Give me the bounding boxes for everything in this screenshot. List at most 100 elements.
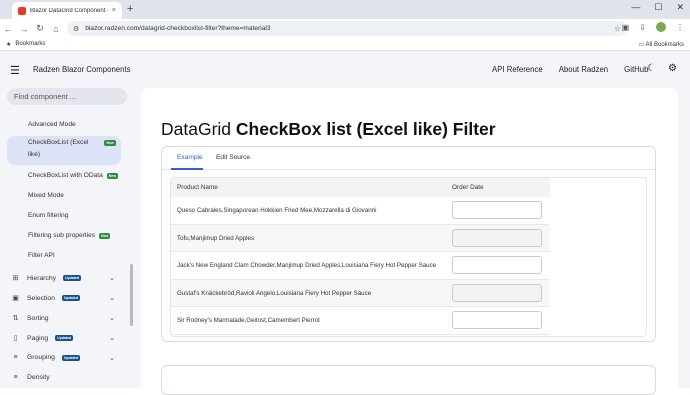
sidebar-item-label: CheckBoxList (Excel xyxy=(28,139,89,146)
sidebar-group-label: Grouping xyxy=(27,354,55,361)
search-input[interactable]: Find component ... xyxy=(7,88,127,105)
density-icon: ≡ xyxy=(13,374,18,381)
settings-gear-icon[interactable]: ⚙ xyxy=(668,63,677,74)
tab-example[interactable]: Example xyxy=(177,154,203,161)
column-header-product-name[interactable]: Product Name xyxy=(177,184,218,191)
product-name-cell: Tofu,Manjimup Dried Apples xyxy=(177,234,255,242)
menu-icon[interactable]: ⋮ xyxy=(676,23,684,32)
sidebar-item-label: CheckBoxList with OData xyxy=(28,172,103,179)
extensions-icon[interactable]: ▣ xyxy=(622,23,630,32)
download-icon[interactable]: ⇩ xyxy=(639,23,646,32)
order-date-input[interactable] xyxy=(452,311,542,329)
app-root: ☰ Radzen Blazor Components API Reference… xyxy=(0,51,690,395)
chevron-down-icon: ⌄ xyxy=(109,275,115,282)
folder-icon: ▭ xyxy=(638,41,646,48)
nav-github[interactable]: GitHub xyxy=(624,65,648,74)
table-row[interactable]: Gustaf's Knäckebröd,Ravioli Angelo,Louis… xyxy=(171,279,550,307)
all-bookmarks-label: All Bookmarks xyxy=(645,41,684,48)
sidebar-scrollbar[interactable] xyxy=(130,264,133,326)
paging-icon: ▯ xyxy=(13,335,18,342)
app-header: ☰ Radzen Blazor Components API Reference… xyxy=(0,51,690,88)
column-header-order-date[interactable]: Order Date xyxy=(452,184,484,191)
sidebar-item-enum-filtering[interactable]: Enum filtering xyxy=(28,212,68,219)
bookmark-star-icon[interactable]: ☆ xyxy=(614,24,621,33)
sidebar-item-label: Enum filtering xyxy=(28,212,69,219)
header-nav: API Reference About Radzen GitHub xyxy=(492,65,648,74)
sort-icon: ⇅ xyxy=(12,315,19,322)
order-date-input[interactable] xyxy=(452,256,542,274)
updated-badge: Updated xyxy=(63,275,82,281)
new-tab-icon[interactable]: + xyxy=(127,3,133,15)
toolbar-right: ▣ ⇩ ⋮ xyxy=(622,22,684,32)
dark-mode-icon[interactable]: ☾ xyxy=(647,63,656,74)
updated-badge: Updated xyxy=(61,354,80,361)
order-date-input[interactable] xyxy=(452,228,542,247)
bookmarks-bar: ★ Bookmarks ▭ All Bookmarks xyxy=(0,38,690,51)
sidebar-item-label: like) xyxy=(28,151,41,158)
table-row[interactable]: Queso Cabrales,Singaporean Hokkien Fried… xyxy=(171,197,550,225)
example-card: Example Edit Source Product Name Order D… xyxy=(161,146,656,342)
close-tab-icon[interactable]: × xyxy=(112,7,116,14)
url-text: blazor.radzen.com/datagrid-checkboxlist-… xyxy=(85,25,271,32)
sidebar-group-label: Paging xyxy=(27,334,49,342)
product-name-cell: Jack's New England Clam Chowder,Manjimup… xyxy=(177,262,437,269)
reload-icon[interactable]: ↻ xyxy=(32,23,48,34)
sidebar-group-selection[interactable]: ▣ Selection Updated ⌄ xyxy=(11,294,115,303)
sidebar-group-label: Hierarchy xyxy=(27,274,57,282)
product-name-cell: Sir Rodney's Marmalade,Geitost,Camembert… xyxy=(177,317,320,324)
sidebar-group-sorting[interactable]: ⇅ Sorting ⌄ xyxy=(11,314,115,323)
sidebar-group-label: Density xyxy=(27,374,50,381)
grouping-icon: ≡ xyxy=(13,354,18,361)
table-row[interactable]: Jack's New England Clam Chowder,Manjimup… xyxy=(171,252,550,280)
selection-icon: ▣ xyxy=(12,295,19,302)
home-icon[interactable]: ⌂ xyxy=(48,24,64,34)
sidebar-group-label: Selection xyxy=(27,294,55,302)
sidebar-group-paging[interactable]: ▯ Paging Updated ⌄ xyxy=(11,334,115,343)
nav-api-reference[interactable]: API Reference xyxy=(492,65,543,74)
table-row[interactable]: Tofu,Manjimup Dried Apples xyxy=(171,224,550,252)
close-window-icon[interactable]: ✕ xyxy=(676,2,684,13)
sidebar-item-label: Filter API xyxy=(28,252,55,259)
header-icons: ☾ ⚙ xyxy=(647,63,677,74)
browser-tab[interactable]: Blazor DataGrid Component - I × xyxy=(12,2,122,19)
table-row[interactable]: Sir Rodney's Marmalade,Geitost,Camembert… xyxy=(171,307,550,335)
tab-title: Blazor DataGrid Component - I xyxy=(30,7,108,14)
page-title-light: DataGrid xyxy=(161,119,236,139)
chevron-down-icon: ⌄ xyxy=(109,335,115,342)
sidebar-item-checkboxlist[interactable]: CheckBoxList (Excel New xyxy=(28,139,116,146)
back-icon[interactable]: ← xyxy=(0,24,16,34)
new-badge: New xyxy=(106,172,118,179)
tab-edit-source[interactable]: Edit Source xyxy=(216,154,250,161)
nav-about-radzen[interactable]: About Radzen xyxy=(559,65,608,74)
sidebar-group-grouping[interactable]: ≡ Grouping Updated ⌄ xyxy=(11,354,115,362)
minimize-icon[interactable]: — xyxy=(631,2,640,13)
sidebar-item-label: Mixed Mode xyxy=(28,192,64,199)
sidebar-item-label: Advanced Mode xyxy=(28,121,76,128)
site-info-icon[interactable]: ⚙ xyxy=(73,25,79,33)
sidebar-group-hierarchy[interactable]: ⊞ Hierarchy Updated ⌄ xyxy=(11,274,115,283)
forward-icon[interactable]: → xyxy=(16,24,32,34)
chevron-down-icon: ⌄ xyxy=(109,295,115,302)
all-bookmarks-link[interactable]: ▭ All Bookmarks xyxy=(639,41,684,48)
new-badge: New xyxy=(104,139,116,146)
sidebar-item-filter-api[interactable]: Filter API xyxy=(28,252,55,259)
order-date-input[interactable] xyxy=(452,201,542,219)
sidebar-item-advanced-mode[interactable]: Advanced Mode xyxy=(28,121,76,128)
page-title-bold: CheckBox list (Excel like) Filter xyxy=(235,119,496,139)
sidebar-group-density[interactable]: ≡ Density xyxy=(11,374,115,381)
active-tab-indicator xyxy=(171,168,203,170)
sidebar: Find component ... Advanced Mode CheckBo… xyxy=(0,88,136,388)
maximize-icon[interactable]: ☐ xyxy=(654,2,662,13)
bookmarks-label[interactable]: Bookmarks xyxy=(15,41,45,47)
profile-avatar[interactable] xyxy=(656,22,666,32)
new-badge: New xyxy=(99,232,111,239)
sidebar-item-checkboxlist-odata[interactable]: CheckBoxList with OData New xyxy=(28,172,118,179)
sidebar-item-label: Filtering sub properties xyxy=(28,232,96,239)
sidebar-item-mixed-mode[interactable]: Mixed Mode xyxy=(28,192,64,199)
chevron-down-icon: ⌄ xyxy=(109,315,115,322)
order-date-input[interactable] xyxy=(452,283,542,302)
hamburger-menu-icon[interactable]: ☰ xyxy=(10,64,20,77)
sidebar-item-filtering-sub-properties[interactable]: Filtering sub properties New xyxy=(28,232,111,239)
address-bar[interactable]: ⚙ blazor.radzen.com/datagrid-checkboxlis… xyxy=(67,21,627,36)
sidebar-item-checkboxlist-line2[interactable]: like) xyxy=(28,151,40,158)
